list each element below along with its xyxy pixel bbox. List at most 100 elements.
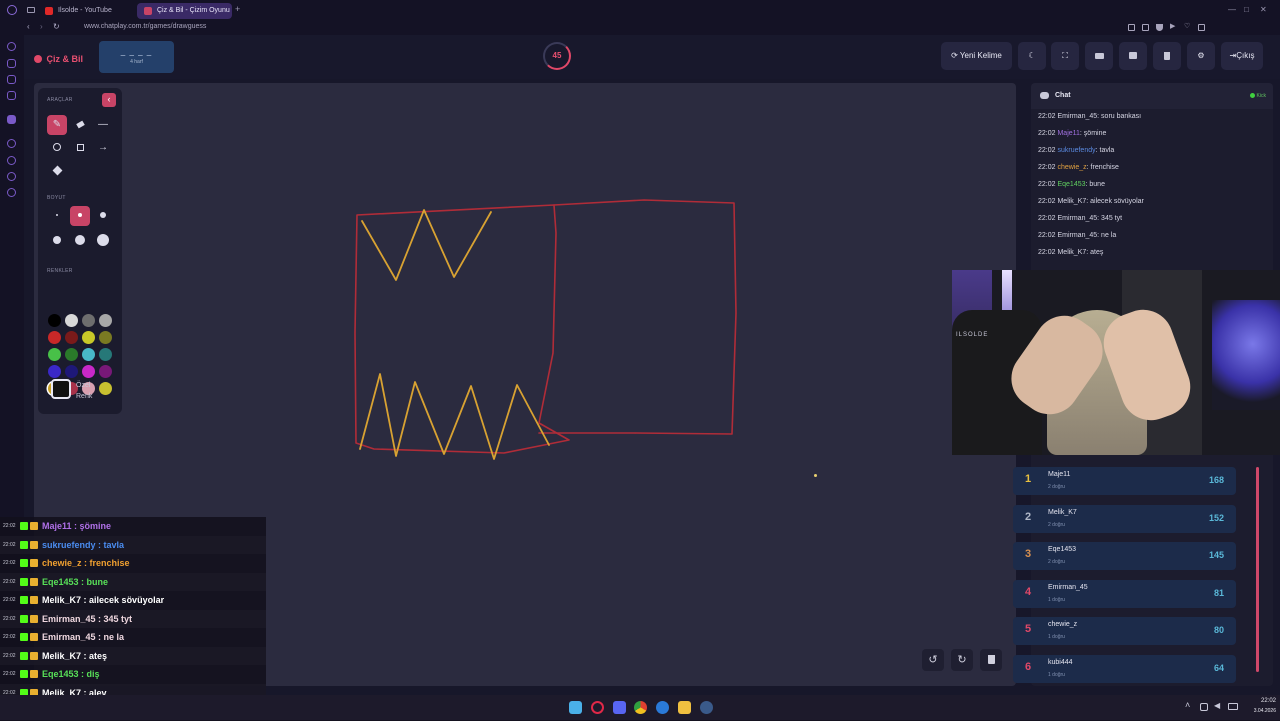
bookmark-icon[interactable]	[1142, 24, 1149, 31]
leaderboard-scrollbar[interactable]	[1256, 467, 1259, 672]
sidebar-ai-icon[interactable]	[7, 42, 16, 51]
settings-button[interactable]: ⚙	[1187, 42, 1215, 70]
color-swatch[interactable]	[48, 348, 61, 361]
undo-button[interactable]: ↺	[922, 649, 944, 671]
chat-message-user[interactable]: sukruefendy	[1057, 147, 1095, 154]
keyboard-button[interactable]	[1085, 42, 1113, 70]
color-swatch[interactable]	[48, 365, 61, 378]
taskbar-date[interactable]: 3.04.2026	[1246, 708, 1276, 714]
color-swatch[interactable]	[82, 331, 95, 344]
clear-board-button[interactable]	[1153, 42, 1181, 70]
sidebar-settings-icon[interactable]	[7, 188, 16, 197]
maximize-icon[interactable]: □	[1244, 5, 1249, 14]
play-icon[interactable]: ▶	[1170, 22, 1175, 30]
brand-logo[interactable]: Çiz & Bil	[34, 50, 83, 68]
color-swatch[interactable]	[99, 348, 112, 361]
taskbar-time[interactable]: 22:02	[1250, 698, 1276, 704]
browser-menu-icon[interactable]	[7, 5, 17, 15]
battery-icon[interactable]	[1228, 703, 1238, 710]
chat-message-user[interactable]: Emirman_45	[1057, 215, 1097, 222]
steam-icon[interactable]	[700, 701, 713, 714]
color-swatch[interactable]	[65, 314, 78, 327]
color-swatch[interactable]	[82, 314, 95, 327]
minimize-icon[interactable]: —	[1228, 5, 1236, 14]
reload-icon[interactable]: ↻	[53, 22, 60, 31]
discord-icon[interactable]	[613, 701, 626, 714]
tab-drawguess[interactable]: Çiz & Bil - Çizim Oyunu	[137, 3, 232, 19]
color-swatch[interactable]	[99, 365, 112, 378]
window-controls[interactable]: — □ ✕	[1228, 5, 1276, 15]
clear-canvas-button[interactable]	[980, 649, 1002, 671]
tab-youtube[interactable]: Ilsolde - YouTube	[38, 3, 134, 19]
extension-icon[interactable]	[1128, 24, 1135, 31]
color-swatch[interactable]	[65, 331, 78, 344]
theme-toggle-button[interactable]: ☾	[1018, 42, 1046, 70]
chat-message-time: 22:02	[1038, 164, 1058, 171]
address-input[interactable]: www.chatplay.com.tr/games/drawguess	[84, 23, 206, 30]
tab-overview-icon[interactable]	[27, 7, 35, 13]
pen-tool[interactable]: ✎	[47, 115, 67, 135]
color-swatch[interactable]	[48, 331, 61, 344]
new-tab-button[interactable]: +	[235, 4, 240, 14]
youtube-icon	[45, 7, 53, 15]
sidebar-chat-icon[interactable]	[7, 115, 16, 124]
archive-button[interactable]	[1119, 42, 1147, 70]
sidebar-store-icon[interactable]	[7, 59, 16, 68]
shield-icon[interactable]	[1156, 24, 1163, 31]
new-word-button[interactable]: ⟳ Yeni Kelime	[941, 42, 1012, 70]
color-swatch[interactable]	[82, 348, 95, 361]
browser-toolbar-icons[interactable]: ▶ ♡	[1128, 22, 1258, 32]
start-icon[interactable]	[569, 701, 582, 714]
chat-message-user[interactable]: Melik_K7	[1057, 198, 1086, 205]
forward-icon[interactable]: ›	[40, 22, 43, 31]
chat-message-user[interactable]: Melik_K7	[1057, 249, 1086, 256]
fullscreen-button[interactable]: ⛶	[1051, 42, 1079, 70]
collapse-tools-button[interactable]: ‹	[102, 93, 116, 107]
fill-tool[interactable]	[47, 161, 67, 181]
exit-button[interactable]: ⇥Çıkış	[1221, 42, 1263, 70]
chat-message-user[interactable]: Emirman_45	[1057, 113, 1097, 120]
size-3[interactable]	[93, 206, 113, 226]
close-icon[interactable]: ✕	[1260, 5, 1267, 14]
chat-message-user[interactable]: Emirman_45	[1057, 232, 1097, 239]
circle-tool[interactable]	[47, 138, 67, 158]
chrome-icon[interactable]	[634, 701, 647, 714]
arrow-tool[interactable]: →	[93, 138, 113, 158]
redo-button[interactable]: ↻	[951, 649, 973, 671]
line-tool[interactable]: —	[93, 115, 113, 135]
heart-icon[interactable]: ♡	[1184, 22, 1190, 30]
size-1[interactable]	[47, 206, 67, 226]
color-swatch[interactable]	[99, 314, 112, 327]
chat-message-user[interactable]: Maje11	[1057, 130, 1079, 137]
overlay-chat-time: 22:02	[3, 634, 16, 640]
tray-chevron-icon[interactable]: ˄	[1185, 700, 1190, 710]
word-hint: _ _ _ _	[120, 47, 153, 56]
size-2[interactable]	[70, 206, 90, 226]
size-5[interactable]	[70, 231, 90, 251]
sidebar-history-icon[interactable]	[7, 139, 16, 148]
back-icon[interactable]: ‹	[27, 22, 30, 31]
app-icon[interactable]	[656, 701, 669, 714]
folder-icon[interactable]	[678, 701, 691, 714]
rectangle-tool[interactable]	[70, 138, 90, 158]
volume-icon[interactable]: ◀	[1214, 701, 1220, 710]
network-icon[interactable]	[1200, 703, 1208, 711]
opera-icon[interactable]	[591, 701, 604, 714]
sidebar-messenger-icon[interactable]	[7, 75, 16, 84]
color-swatch[interactable]	[65, 348, 78, 361]
color-swatch[interactable]	[82, 365, 95, 378]
wallet-icon[interactable]	[1198, 24, 1205, 31]
size-6[interactable]	[93, 231, 113, 251]
color-swatch[interactable]	[65, 365, 78, 378]
eraser-tool[interactable]	[70, 115, 90, 135]
size-4[interactable]	[47, 231, 67, 251]
sidebar-clock-icon[interactable]	[7, 156, 16, 165]
custom-color-swatch[interactable]	[51, 379, 71, 399]
sidebar-player-icon[interactable]	[7, 172, 16, 181]
sidebar-instagram-icon[interactable]	[7, 91, 16, 100]
color-swatch[interactable]	[48, 314, 61, 327]
pen-icon: ✎	[52, 119, 62, 130]
color-swatch[interactable]	[99, 331, 112, 344]
chat-message-user[interactable]: Eqe1453	[1057, 181, 1085, 188]
chat-message-user[interactable]: chewie_z	[1057, 164, 1086, 171]
